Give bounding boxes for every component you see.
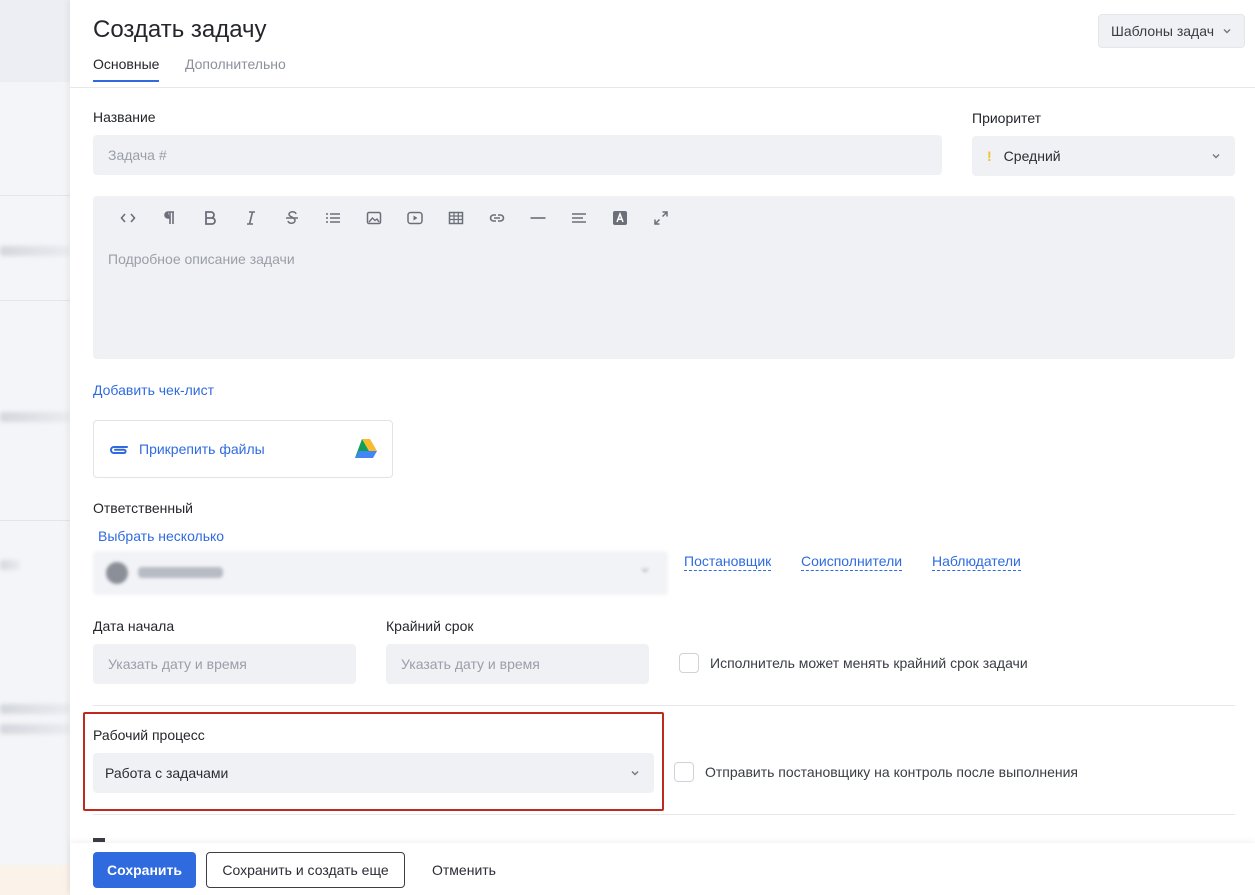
background-text xyxy=(0,704,70,714)
modal-footer: Сохранить Сохранить и создать еще Отмени… xyxy=(70,843,1255,895)
deadline-editable-label: Исполнитель может менять крайний срок за… xyxy=(710,655,1028,671)
code-icon[interactable] xyxy=(107,208,148,228)
chevron-down-icon xyxy=(1212,154,1220,159)
assignee-name-redacted xyxy=(138,567,223,578)
background-divider xyxy=(0,195,70,196)
list-icon[interactable] xyxy=(312,208,353,228)
priority-value: Средний xyxy=(1003,148,1061,164)
deadline-editable-checkbox[interactable] xyxy=(679,653,699,673)
workflow-select[interactable]: Работа с задачами xyxy=(93,753,654,793)
task-name-input[interactable]: Задача # xyxy=(93,135,942,175)
deadline-placeholder: Указать дату и время xyxy=(401,656,540,672)
background-app xyxy=(0,0,70,895)
task-templates-button[interactable]: Шаблоны задач xyxy=(1098,14,1245,48)
description-editor[interactable]: Подробное описание задачи xyxy=(93,196,1235,359)
video-icon[interactable] xyxy=(394,208,435,228)
send-to-control-label: Отправить постановщику на контроль после… xyxy=(705,764,1079,780)
start-date-input[interactable]: Указать дату и время xyxy=(93,644,356,684)
fullscreen-icon[interactable] xyxy=(640,208,681,228)
start-date-label: Дата начала xyxy=(93,618,175,634)
editor-toolbar xyxy=(107,208,681,228)
save-button[interactable]: Сохранить xyxy=(93,852,196,888)
align-icon[interactable] xyxy=(558,208,599,228)
background-divider xyxy=(0,520,70,521)
background-text xyxy=(0,246,70,256)
google-drive-icon[interactable] xyxy=(354,438,378,460)
chevron-down-icon xyxy=(641,568,649,573)
cancel-button[interactable]: Отменить xyxy=(415,852,513,888)
chevron-down-icon xyxy=(631,771,639,776)
priority-warning-icon: ! xyxy=(987,148,992,164)
description-placeholder: Подробное описание задачи xyxy=(108,251,295,267)
task-name-placeholder: Задача # xyxy=(108,147,167,163)
attach-files-button[interactable]: Прикрепить файлы xyxy=(93,420,393,478)
priority-select[interactable]: ! Средний xyxy=(972,136,1235,176)
chevron-down-icon xyxy=(1223,29,1231,34)
text-color-icon[interactable] xyxy=(599,208,640,228)
link-icon[interactable] xyxy=(476,208,517,228)
priority-label: Приоритет xyxy=(972,110,1042,126)
section-divider xyxy=(93,705,1235,706)
assignee-select[interactable] xyxy=(93,551,668,595)
page-title: Создать задачу xyxy=(93,16,267,43)
section-divider xyxy=(93,814,1235,815)
assignee-label: Ответственный xyxy=(93,500,193,516)
background-text xyxy=(0,724,70,734)
deadline-label: Крайний срок xyxy=(386,618,474,634)
add-checklist-link[interactable]: Добавить чек-лист xyxy=(93,382,214,398)
modal-header: Создать задачу Основные Дополнительно Ша… xyxy=(70,0,1255,88)
strikethrough-icon[interactable] xyxy=(271,208,312,228)
next-section-label-peek xyxy=(93,838,105,842)
background-text xyxy=(0,560,20,570)
deadline-input[interactable]: Указать дату и время xyxy=(386,644,649,684)
attach-files-label: Прикрепить файлы xyxy=(139,441,265,457)
workflow-label: Рабочий процесс xyxy=(93,727,205,743)
background-text xyxy=(0,412,70,422)
select-multiple-link[interactable]: Выбрать несколько xyxy=(98,528,224,544)
paragraph-icon[interactable] xyxy=(148,208,189,228)
bold-icon[interactable] xyxy=(189,208,230,228)
tab-additional[interactable]: Дополнительно xyxy=(185,56,286,80)
observers-link[interactable]: Наблюдатели xyxy=(932,553,1021,571)
table-icon[interactable] xyxy=(435,208,476,228)
start-date-placeholder: Указать дату и время xyxy=(108,656,247,672)
avatar xyxy=(106,562,128,584)
save-and-create-button[interactable]: Сохранить и создать еще xyxy=(206,852,405,888)
tab-main[interactable]: Основные xyxy=(93,56,160,82)
background-header xyxy=(0,0,70,82)
create-task-modal: Создать задачу Основные Дополнительно Ша… xyxy=(70,0,1255,895)
paperclip-icon xyxy=(110,446,128,454)
co-executors-link[interactable]: Соисполнители xyxy=(801,553,903,571)
workflow-value: Работа с задачами xyxy=(105,765,229,781)
image-icon[interactable] xyxy=(353,208,394,228)
background-footer xyxy=(0,865,70,895)
italic-icon[interactable] xyxy=(230,208,271,228)
creator-link[interactable]: Постановщик xyxy=(684,553,772,571)
task-templates-label: Шаблоны задач xyxy=(1111,23,1214,39)
name-label: Название xyxy=(93,109,156,125)
background-divider xyxy=(0,300,70,301)
horizontal-rule-icon[interactable] xyxy=(517,208,558,228)
send-to-control-checkbox[interactable] xyxy=(674,762,694,782)
